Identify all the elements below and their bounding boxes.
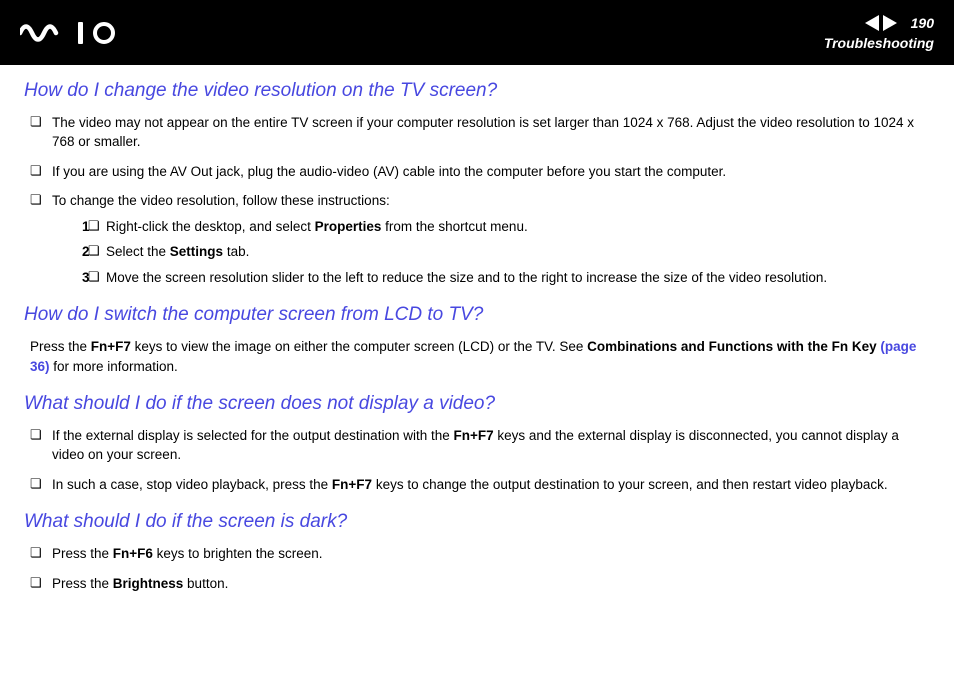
term: Brightness bbox=[113, 576, 184, 591]
text: Right-click the desktop, and select bbox=[106, 219, 315, 234]
text: Select the bbox=[106, 244, 170, 259]
document-body: How do I change the video resolution on … bbox=[0, 65, 954, 615]
vaio-o-icon bbox=[93, 22, 115, 44]
list-item: In such a case, stop video playback, pre… bbox=[24, 475, 930, 495]
term: Properties bbox=[315, 219, 382, 234]
header-right: 190 Troubleshooting bbox=[824, 15, 934, 51]
prev-page-arrow-icon[interactable] bbox=[865, 15, 879, 31]
term: Fn+F7 bbox=[91, 339, 131, 354]
text: keys to change the output destination to… bbox=[372, 477, 888, 492]
text: In such a case, stop video playback, pre… bbox=[52, 477, 332, 492]
list-item: 1 Right-click the desktop, and select Pro… bbox=[82, 217, 930, 237]
term: Settings bbox=[170, 244, 223, 259]
term: Fn+F6 bbox=[113, 546, 153, 561]
text: keys to view the image on either the com… bbox=[131, 339, 587, 354]
list-item: If you are using the AV Out jack, plug t… bbox=[24, 162, 930, 182]
q2-heading: How do I switch the computer screen from… bbox=[24, 301, 930, 329]
list-item: If the external display is selected for … bbox=[24, 426, 930, 465]
page-number: 190 bbox=[911, 15, 934, 31]
q1-steps: 1 Right-click the desktop, and select Pro… bbox=[52, 217, 930, 288]
q4-list: Press the Fn+F6 keys to brighten the scr… bbox=[24, 544, 930, 593]
page-nav: 190 bbox=[865, 15, 934, 31]
text: The video may not appear on the entire T… bbox=[52, 115, 914, 150]
vaio-wave-icon bbox=[20, 22, 68, 44]
q4-heading: What should I do if the screen is dark? bbox=[24, 508, 930, 536]
term: Fn+F7 bbox=[332, 477, 372, 492]
vaio-i-icon bbox=[78, 22, 83, 44]
step-num: 2 bbox=[82, 242, 90, 262]
list-item: Press the Brightness button. bbox=[24, 574, 930, 594]
list-item: The video may not appear on the entire T… bbox=[24, 113, 930, 152]
text: from the shortcut menu. bbox=[381, 219, 527, 234]
text: for more information. bbox=[50, 359, 178, 374]
term: Fn+F7 bbox=[454, 428, 494, 443]
section-title: Troubleshooting bbox=[824, 35, 934, 51]
text: Press the bbox=[52, 576, 113, 591]
text: Move the screen resolution slider to the… bbox=[106, 270, 827, 285]
document-header: 190 Troubleshooting bbox=[0, 0, 954, 65]
list-item: To change the video resolution, follow t… bbox=[24, 191, 930, 287]
text: Press the bbox=[30, 339, 91, 354]
term: Combinations and Functions with the Fn K… bbox=[587, 339, 880, 354]
q2-para: Press the Fn+F7 keys to view the image o… bbox=[24, 337, 930, 376]
text: Press the bbox=[52, 546, 113, 561]
list-item: Press the Fn+F6 keys to brighten the scr… bbox=[24, 544, 930, 564]
q3-list: If the external display is selected for … bbox=[24, 426, 930, 495]
step-num: 1 bbox=[82, 217, 90, 237]
list-item: 2 Select the Settings tab. bbox=[82, 242, 930, 262]
text: button. bbox=[183, 576, 228, 591]
next-page-arrow-icon[interactable] bbox=[883, 15, 897, 31]
text: If you are using the AV Out jack, plug t… bbox=[52, 164, 726, 179]
text: tab. bbox=[223, 244, 249, 259]
step-num: 3 bbox=[82, 268, 90, 288]
list-item: 3 Move the screen resolution slider to th… bbox=[82, 268, 930, 288]
q1-list: The video may not appear on the entire T… bbox=[24, 113, 930, 288]
q3-heading: What should I do if the screen does not … bbox=[24, 390, 930, 418]
vaio-logo bbox=[20, 22, 115, 44]
text: keys to brighten the screen. bbox=[153, 546, 323, 561]
text: To change the video resolution, follow t… bbox=[52, 193, 390, 208]
text: If the external display is selected for … bbox=[52, 428, 454, 443]
q1-heading: How do I change the video resolution on … bbox=[24, 77, 930, 105]
